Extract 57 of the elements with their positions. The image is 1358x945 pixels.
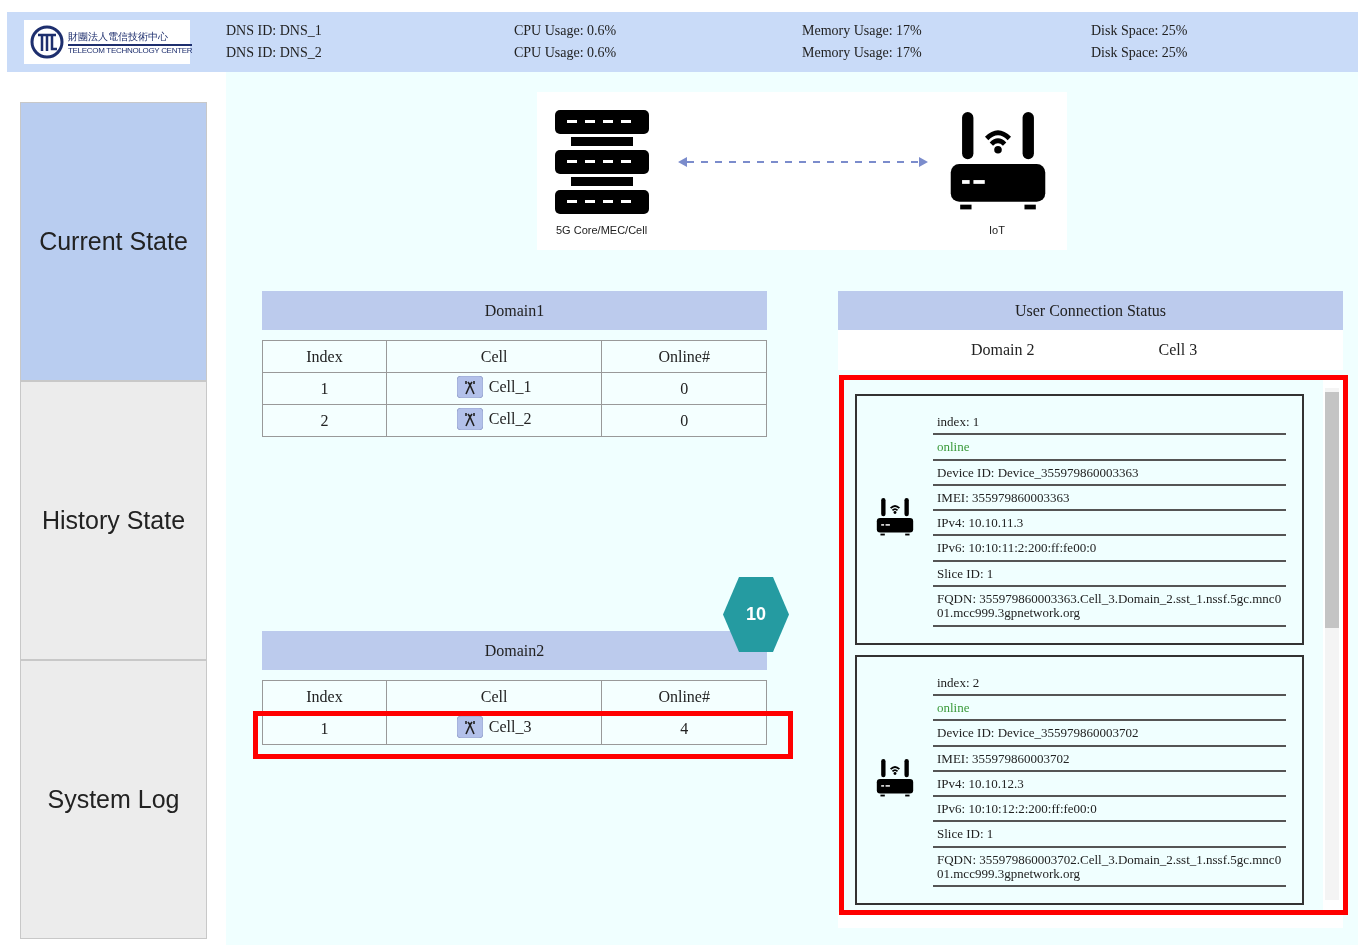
table-cell: 0 <box>601 404 767 437</box>
table-title: Domain1 <box>262 291 767 330</box>
status-text: DNS ID: DNS_2 <box>226 45 323 61</box>
table-cell: 2 <box>262 404 387 437</box>
column-header: Online# <box>601 340 767 373</box>
logo-subtitle: TELECOM TECHNOLOGY CENTER <box>68 45 193 55</box>
logo-title: 財團法人電信技術中心 <box>68 29 193 46</box>
cell-name: Cell_2 <box>488 409 532 428</box>
nav-button[interactable]: Current State <box>20 102 207 381</box>
node-label: 5G Core/MEC/Cell <box>556 224 648 236</box>
node-label: IoT <box>989 224 1005 236</box>
panel-title: User Connection Status <box>838 291 1343 330</box>
domain-label: Domain 2 <box>971 341 1035 359</box>
status-text: CPU Usage: 0.6% <box>514 45 618 61</box>
antenna-icon <box>456 375 483 398</box>
device-index: index: 2 <box>933 670 1286 696</box>
device-field: IMEI: 355979860003363 <box>933 485 1286 512</box>
table-title: Domain2 <box>262 631 767 670</box>
step-number: 10 <box>745 604 767 625</box>
server-icon <box>555 110 649 214</box>
column-header: Index <box>262 680 387 713</box>
antenna-icon <box>456 715 483 738</box>
device-field: FQDN: 355979860003702.Cell_3.Domain_2.sst_1.nssf.5gc.mnc001.mcc999.3gpnetwork.org <box>933 847 1286 888</box>
device-field: Slice ID: 1 <box>933 822 1286 848</box>
cell-label: Cell 3 <box>1158 341 1198 359</box>
scrollbar[interactable] <box>1325 388 1339 900</box>
table-cell: 0 <box>601 372 767 405</box>
router-icon <box>876 759 914 799</box>
device-field: IPv6: 10:10:11:2:200:ff:fe00:0 <box>933 536 1286 562</box>
column-header: Online# <box>601 680 767 713</box>
cell-name: Cell_1 <box>488 377 532 396</box>
column-header: Index <box>262 340 387 373</box>
antenna-icon <box>456 407 483 430</box>
device-field: IMEI: 355979860003702 <box>933 746 1286 772</box>
device-index: index: 1 <box>933 410 1286 436</box>
column-header: Cell <box>386 680 602 713</box>
device-field: IPv4: 10.10.12.3 <box>933 771 1286 798</box>
status-text: DNS ID: DNS_1 <box>226 23 323 39</box>
status-text: Memory Usage: 17% <box>802 23 923 39</box>
status-text: Disk Space: 25% <box>1091 23 1189 39</box>
device-field: Slice ID: 1 <box>933 561 1286 588</box>
device-status: online <box>933 435 1286 461</box>
device-field: Device ID: Device_355979860003702 <box>933 721 1286 747</box>
nav-button[interactable]: System Log <box>20 660 207 939</box>
device-field: Device ID: Device_355979860003363 <box>933 460 1286 486</box>
cell-name: Cell_3 <box>488 717 532 736</box>
device-field: IPv6: 10:10:12:2:200:ff:fe00:0 <box>933 797 1286 823</box>
column-header: Cell <box>386 340 602 373</box>
status-text: Memory Usage: 17% <box>802 45 923 61</box>
table-cell: 1 <box>262 372 387 405</box>
logo-icon <box>30 25 64 59</box>
device-field: FQDN: 355979860003363.Cell_3.Domain_2.sst_1.nssf.5gc.mnc001.mcc999.3gpnetwork.org <box>933 587 1286 627</box>
status-text: CPU Usage: 0.6% <box>514 23 618 39</box>
device-field: IPv4: 10.10.11.3 <box>933 511 1286 537</box>
nav-button[interactable]: History State <box>20 381 207 660</box>
device-status: online <box>933 695 1286 722</box>
status-text: Disk Space: 25% <box>1091 45 1189 61</box>
